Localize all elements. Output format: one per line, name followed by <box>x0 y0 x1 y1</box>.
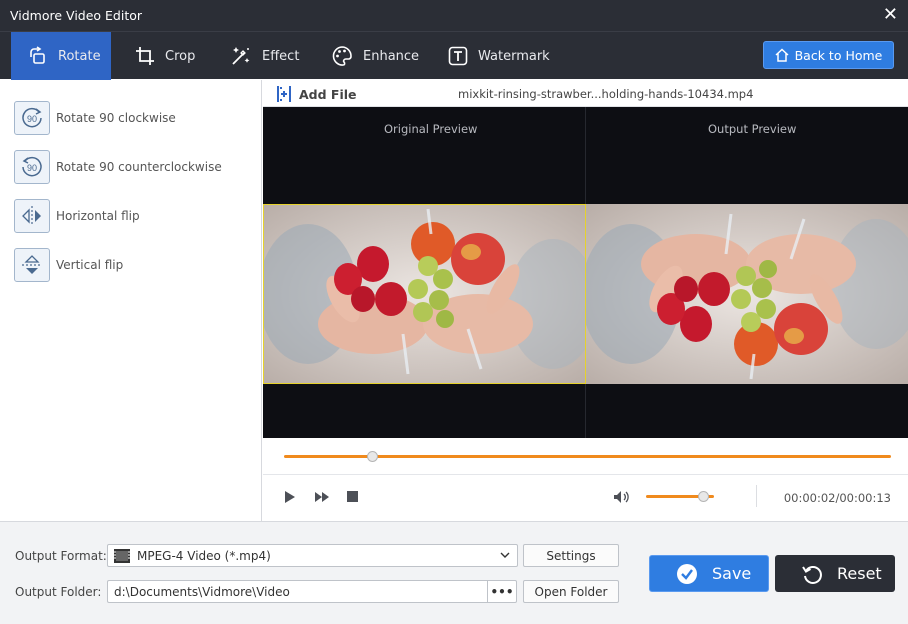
crop-icon <box>136 47 154 65</box>
horizontal-flip-option[interactable]: Horizontal flip <box>14 199 140 233</box>
tab-watermark[interactable]: Watermark <box>448 32 550 80</box>
rotate-90-counterclockwise-icon: 90 <box>14 150 50 184</box>
tab-crop[interactable]: Crop <box>135 32 195 80</box>
home-icon <box>775 48 789 62</box>
add-file-label: Add File <box>299 86 357 102</box>
rotate-icon <box>30 46 45 64</box>
save-label: Save <box>712 564 752 583</box>
tab-effect-label: Effect <box>262 48 300 64</box>
svg-text:90: 90 <box>27 163 37 173</box>
output-format-select[interactable]: MPEG-4 Video (*.mp4) <box>107 544 518 567</box>
title-bar: Vidmore Video Editor ✕ <box>0 0 908 31</box>
output-folder-field[interactable]: d:\Documents\Vidmore\Video <box>107 580 487 603</box>
svg-text:90: 90 <box>27 114 37 124</box>
tab-rotate-label: Rotate <box>58 48 101 64</box>
film-icon <box>114 548 130 563</box>
preview-area: Original Preview Output Preview <box>263 107 908 438</box>
vertical-flip-label: Vertical flip <box>56 258 124 272</box>
window-title: Vidmore Video Editor <box>10 8 143 23</box>
player-controls: 00:00:02/00:00:13 <box>263 438 908 521</box>
chevron-down-icon <box>500 552 510 558</box>
vertical-flip-icon <box>14 248 50 282</box>
horizontal-flip-label: Horizontal flip <box>56 209 140 223</box>
rotate-clockwise-label: Rotate 90 clockwise <box>56 111 176 125</box>
vertical-flip-option[interactable]: Vertical flip <box>14 248 123 282</box>
controls-divider <box>263 474 908 475</box>
effect-icon <box>232 47 250 65</box>
rotate-90-clockwise-icon: 90 <box>14 101 50 135</box>
original-video-frame <box>263 204 585 384</box>
tab-watermark-label: Watermark <box>478 48 550 64</box>
play-icon[interactable] <box>284 490 296 507</box>
tab-enhance[interactable]: Enhance <box>331 32 419 80</box>
add-file-button[interactable]: Add File <box>277 86 357 102</box>
output-format-label: Output Format: <box>15 549 107 563</box>
rotate-options-panel: 90 Rotate 90 clockwise 90 Rotate 90 coun… <box>0 80 262 521</box>
tab-enhance-label: Enhance <box>363 48 420 64</box>
watermark-icon <box>448 46 468 66</box>
timecode: 00:00:02/00:00:13 <box>783 491 891 505</box>
stop-icon[interactable] <box>347 491 358 505</box>
output-folder-label: Output Folder: <box>15 585 102 599</box>
tab-rotate[interactable]: Rotate <box>11 32 111 80</box>
settings-button[interactable]: Settings <box>523 544 619 567</box>
output-format-value: MPEG-4 Video (*.mp4) <box>137 548 271 563</box>
add-file-icon <box>277 86 291 102</box>
save-button[interactable]: Save <box>649 555 769 592</box>
volume-icon[interactable] <box>613 490 631 507</box>
output-preview-label: Output Preview <box>708 122 797 136</box>
progress-handle[interactable] <box>367 451 379 462</box>
horizontal-flip-icon <box>14 199 50 233</box>
open-folder-button[interactable]: Open Folder <box>523 580 619 603</box>
toolbar: Rotate Crop Effect Enhance Watermark Bac… <box>0 31 908 80</box>
file-name: mixkit-rinsing-strawber...holding-hands-… <box>458 87 754 101</box>
output-settings-bar: Output Format: MPEG-4 Video (*.mp4) Sett… <box>0 521 908 624</box>
original-preview-label: Original Preview <box>384 122 478 136</box>
back-to-home-button[interactable]: Back to Home <box>763 41 894 69</box>
browse-folder-button[interactable]: ••• <box>487 580 517 603</box>
reset-button[interactable]: Reset <box>775 555 895 592</box>
fast-forward-icon[interactable] <box>314 490 330 507</box>
tab-crop-label: Crop <box>165 48 196 64</box>
rotate-clockwise-option[interactable]: 90 Rotate 90 clockwise <box>14 101 176 135</box>
rotate-counterclockwise-option[interactable]: 90 Rotate 90 counterclockwise <box>14 150 222 184</box>
time-divider <box>756 485 757 507</box>
check-circle-icon <box>677 563 697 584</box>
output-video-frame <box>586 204 908 384</box>
rotate-counterclockwise-label: Rotate 90 counterclockwise <box>56 160 222 174</box>
file-bar: Add File mixkit-rinsing-strawber...holdi… <box>263 80 908 107</box>
close-icon[interactable]: ✕ <box>883 4 898 25</box>
volume-handle[interactable] <box>698 491 710 502</box>
tab-effect[interactable]: Effect <box>230 32 299 80</box>
back-to-home-label: Back to Home <box>794 47 883 63</box>
reset-icon <box>802 565 822 584</box>
enhance-icon <box>332 46 352 66</box>
reset-label: Reset <box>837 564 882 583</box>
